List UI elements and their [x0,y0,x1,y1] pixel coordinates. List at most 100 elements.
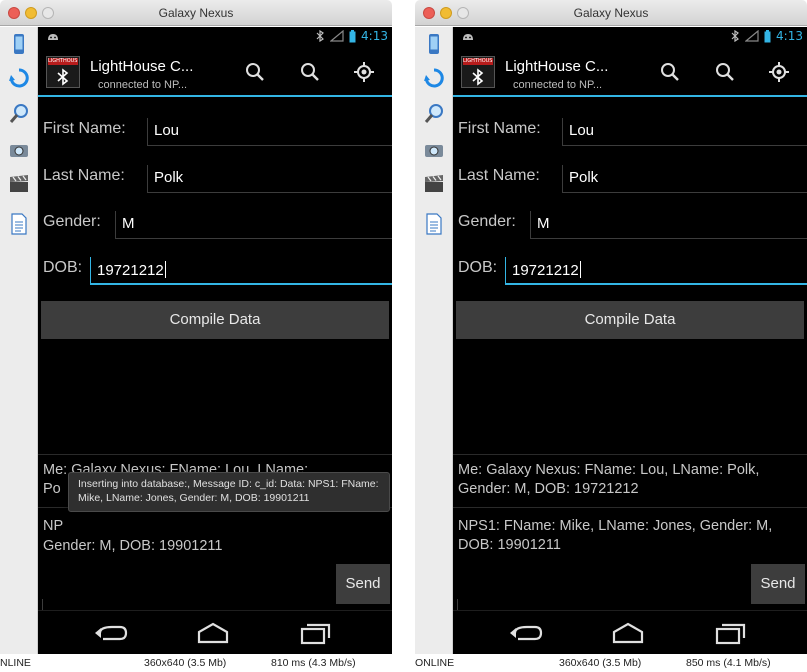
gender-field[interactable]: M [530,211,807,239]
gender-value: M [122,215,135,232]
last-name-row: Last Name: Polk [43,162,392,194]
dob-value: 19721212 [97,262,164,279]
rotate-icon[interactable] [424,67,444,89]
dob-value: 19721212 [512,262,579,279]
first-name-label: First Name: [458,120,541,137]
emulator-statusline: ONLINE 360x640 (3.5 Mb) 850 ms (4.1 Mb/s… [415,654,807,672]
recent-apps-icon[interactable] [294,620,334,646]
send-button[interactable]: Send [751,564,805,604]
app-title: LightHouse C... [505,58,609,75]
search-icon[interactable] [714,61,736,83]
status-bar: 4:13 [38,27,392,47]
android-notification-icon [463,34,473,40]
window-title: Galaxy Nexus [573,6,649,20]
message-line: Gender: M, DOB: 19901211 [43,538,223,554]
search-icon[interactable] [244,61,266,83]
gender-row: Gender: M [43,208,392,240]
action-bar: LIGHTHOUSE LightHouse C... connected to … [38,47,392,97]
bluetooth-status-icon [316,30,324,42]
camera-icon[interactable] [424,139,444,161]
search-icon[interactable] [659,61,681,83]
send-button[interactable]: Send [336,564,390,604]
rotate-icon[interactable] [9,67,29,89]
window-title: Galaxy Nexus [158,6,234,20]
search-icon[interactable] [299,61,321,83]
app-title: LightHouse C... [90,58,194,75]
recent-apps-icon[interactable] [709,620,749,646]
back-icon[interactable] [505,620,545,646]
last-name-field[interactable]: Polk [562,165,807,193]
bluetooth-status-icon [731,30,739,42]
last-name-label: Last Name: [43,167,125,184]
first-name-row: First Name: Lou [458,115,807,147]
android-notification-icon [48,34,58,40]
divider [453,454,807,455]
dob-row: DOB: 19721212 [458,254,807,286]
message-item: Me: Galaxy Nexus: FName: Lou, LName: Pol… [458,462,760,497]
connection-status: connected to NP... [98,79,188,91]
window-titlebar: Galaxy Nexus [0,0,392,26]
emulator-toolbar [415,27,453,654]
gender-field[interactable]: M [115,211,392,239]
first-name-field[interactable]: Lou [562,118,807,146]
back-icon[interactable] [90,620,130,646]
first-name-field[interactable]: Lou [147,118,392,146]
message-item: NPS1: FName: Mike, LName: Jones, Gender:… [458,518,773,553]
video-icon[interactable] [424,173,444,195]
locate-icon[interactable] [768,61,790,83]
text-cursor [579,261,581,278]
gender-row: Gender: M [458,208,807,240]
navigation-bar [453,610,807,654]
phone-icon[interactable] [9,33,29,55]
first-name-value: Lou [154,122,180,139]
phone-icon[interactable] [424,33,444,55]
document-icon[interactable] [9,213,29,235]
dob-field[interactable]: 19721212 [505,257,807,285]
window-titlebar: Galaxy Nexus [415,0,807,26]
emulator-toolbar [0,27,38,654]
online-status: ONLINE [415,657,455,669]
locate-icon[interactable] [353,61,375,83]
action-bar: LIGHTHOUSE LightHouse C... connected to … [453,47,807,97]
last-name-value: Polk [569,169,599,186]
emulator-window-left: Galaxy Nexus 4:13 LIGHTHOUSE LightHouse … [0,0,392,672]
camera-icon[interactable] [9,139,29,161]
home-icon[interactable] [193,620,233,646]
dob-field[interactable]: 19721212 [90,257,392,285]
document-icon[interactable] [424,213,444,235]
bluetooth-icon [57,68,69,86]
compile-data-button[interactable]: Compile Data [456,301,804,339]
home-icon[interactable] [608,620,648,646]
last-name-field[interactable]: Polk [147,165,392,193]
online-status: NLINE [0,657,31,669]
emulator-window-right: Galaxy Nexus 4:13 LIGHTHOUSE LightHouse … [415,0,807,672]
device-screen: 4:13 LIGHTHOUSE LightHouse C... connecte… [38,27,392,654]
resolution-info: 360x640 (3.5 Mb) [559,657,642,669]
dob-label: DOB: [458,259,498,276]
message-line: NP [43,518,64,534]
zoom-icon[interactable] [424,103,444,125]
first-name-value: Lou [569,122,595,139]
signal-icon [330,30,344,42]
resolution-info: 360x640 (3.5 Mb) [144,657,227,669]
bluetooth-icon [472,68,484,86]
app-brand: LIGHTHOUSE [463,58,493,65]
dob-label: DOB: [43,259,83,276]
device-screen: 4:13 LIGHTHOUSE LightHouse C... connecte… [453,27,807,654]
app-logo[interactable]: LIGHTHOUSE [461,56,495,88]
first-name-row: First Name: Lou [43,115,392,147]
connection-status: connected to NP... [513,79,603,91]
video-icon[interactable] [9,173,29,195]
app-logo[interactable]: LIGHTHOUSE [46,56,80,88]
zoom-icon[interactable] [9,103,29,125]
gender-label: Gender: [43,213,101,230]
signal-icon [745,30,759,42]
battery-icon [349,29,356,42]
last-name-value: Polk [154,169,184,186]
app-brand: LIGHTHOUSE [48,58,78,65]
compile-data-button[interactable]: Compile Data [41,301,389,339]
timing-info: 850 ms (4.1 Mb/s) [686,657,771,669]
timing-info: 810 ms (4.3 Mb/s) [271,657,356,669]
gender-value: M [537,215,550,232]
text-cursor [164,261,166,278]
